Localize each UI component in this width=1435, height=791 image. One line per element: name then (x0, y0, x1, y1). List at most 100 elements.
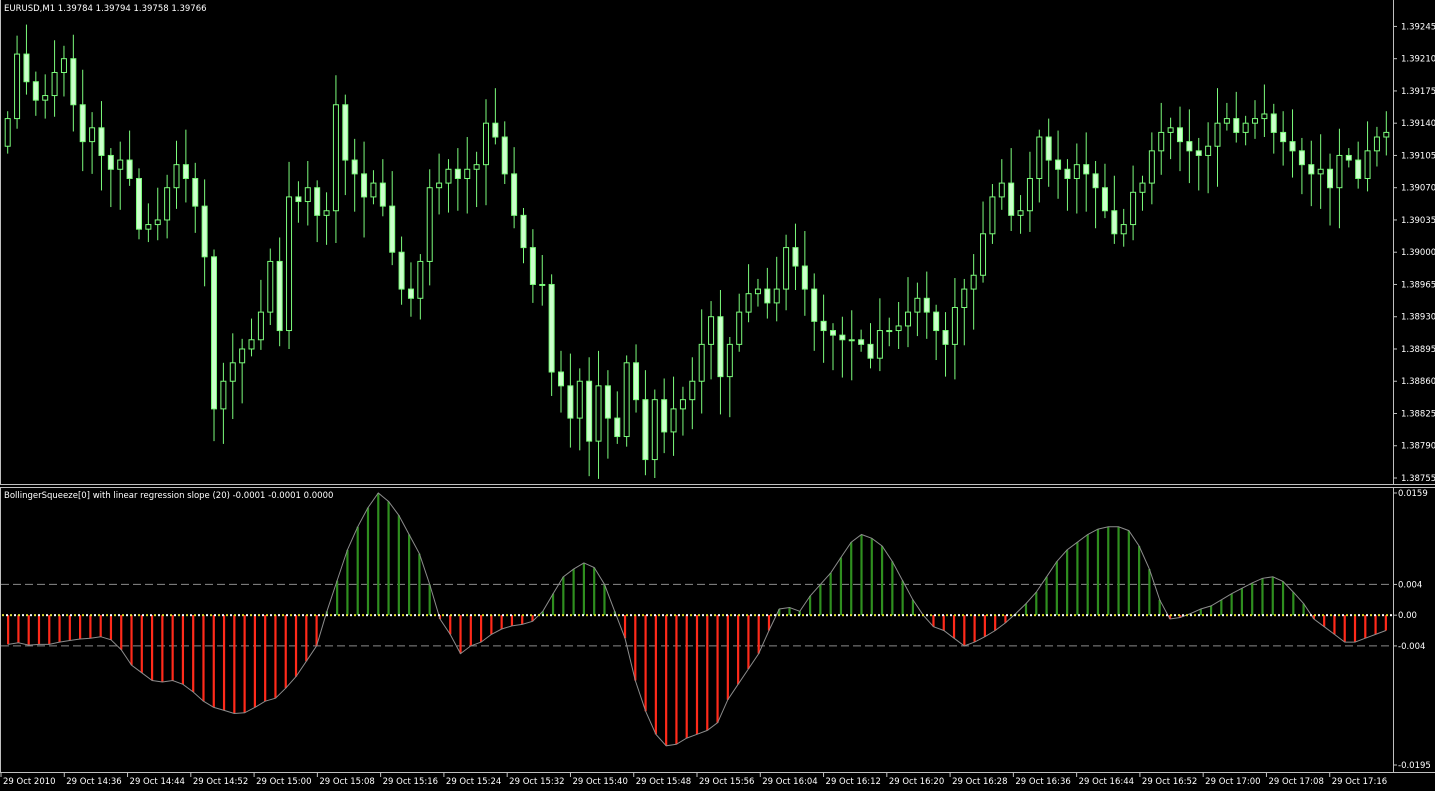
squeeze-dot (786, 614, 788, 617)
squeeze-dot (90, 614, 92, 617)
squeeze-dot (822, 614, 824, 617)
squeeze-dot (446, 614, 448, 617)
squeeze-dot (726, 614, 728, 617)
squeeze-dot (990, 614, 992, 617)
squeeze-dot (1198, 614, 1200, 617)
candle-body-bull (4, 118, 11, 147)
squeeze-dot (882, 614, 884, 617)
squeeze-dot (14, 614, 16, 617)
squeeze-dot (1290, 614, 1292, 617)
squeeze-dot (418, 614, 420, 617)
squeeze-dot (114, 614, 116, 617)
squeeze-dot (374, 614, 376, 617)
squeeze-dot (670, 614, 672, 617)
candle-body-bear (1345, 154, 1352, 161)
candle-body-bull (304, 187, 311, 203)
squeeze-dot (762, 614, 764, 617)
candle-body-bull (1364, 150, 1371, 179)
candle-body-bull (445, 168, 452, 184)
squeeze-dot (134, 614, 136, 617)
squeeze-dot (642, 614, 644, 617)
squeeze-dot (1178, 614, 1180, 617)
squeeze-dot (34, 614, 36, 617)
squeeze-dot (10, 614, 12, 617)
squeeze-dot (898, 614, 900, 617)
candle-body-bull (239, 348, 246, 364)
squeeze-dot (1270, 614, 1272, 617)
candle-body-bear (454, 168, 461, 179)
candle-body-bull (145, 224, 152, 230)
candle-body-bull (998, 182, 1005, 198)
squeeze-dot (714, 614, 716, 617)
squeeze-dot (730, 614, 732, 617)
squeeze-dot (718, 614, 720, 617)
candle-body-bull (773, 288, 780, 304)
candle-body-bull (1158, 131, 1165, 152)
indicator-tick-label: 0.00 (1398, 611, 1417, 621)
squeeze-dot (1266, 614, 1268, 617)
squeeze-dot (1254, 614, 1256, 617)
trading-chart[interactable]: 1.39245 1.39210 1.39175 1.39140 1.39105 1.390… (0, 0, 1435, 791)
squeeze-dot (474, 614, 476, 617)
candle-body-bull (164, 187, 171, 221)
squeeze-dot (62, 614, 64, 617)
squeeze-dot (946, 614, 948, 617)
squeeze-dot (974, 614, 976, 617)
squeeze-dot (502, 614, 504, 617)
candle-body-bull (708, 316, 715, 345)
time-tick-label: 29 Oct 16:04 (762, 777, 817, 787)
squeeze-dot (1354, 614, 1356, 617)
squeeze-dot (422, 614, 424, 617)
squeeze-dot (1130, 614, 1132, 617)
squeeze-dot (938, 614, 940, 617)
squeeze-dot (902, 614, 904, 617)
price-tick-label: 1.38965 (1401, 280, 1435, 290)
squeeze-dot (862, 614, 864, 617)
candle-body-bull (1036, 136, 1043, 179)
candle-body-bear (389, 205, 396, 253)
squeeze-dot (830, 614, 832, 617)
squeeze-dot (590, 614, 592, 617)
candle-body-bear (361, 173, 368, 198)
squeeze-dot (674, 614, 676, 617)
squeeze-dot (18, 614, 20, 617)
price-tick-label: 1.38860 (1401, 377, 1435, 387)
squeeze-dot (622, 614, 624, 617)
squeeze-dot (270, 614, 272, 617)
squeeze-dot (42, 614, 44, 617)
squeeze-dot (610, 614, 612, 617)
squeeze-dot (362, 614, 364, 617)
candle-body-bull (1073, 164, 1080, 179)
squeeze-dot (1094, 614, 1096, 617)
squeeze-dot (630, 614, 632, 617)
squeeze-dot (1366, 614, 1368, 617)
squeeze-dot (118, 614, 120, 617)
candle-body-bear (211, 256, 218, 410)
squeeze-dot (382, 614, 384, 617)
squeeze-dot (1050, 614, 1052, 617)
squeeze-dot (1054, 614, 1056, 617)
squeeze-dot (1150, 614, 1152, 617)
squeeze-dot (1330, 614, 1332, 617)
time-tick-label: 29 Oct 14:52 (193, 777, 248, 787)
time-tick-label: 29 Oct 16:20 (889, 777, 944, 787)
squeeze-dot (314, 614, 316, 617)
candle-body-bull (980, 233, 987, 276)
time-tick-label: 29 Oct 15:56 (699, 777, 754, 787)
squeeze-dot (910, 614, 912, 617)
squeeze-dot (1166, 614, 1168, 617)
candle-body-bull (370, 182, 377, 198)
squeeze-dot (142, 614, 144, 617)
candle-body-bear (933, 311, 940, 332)
squeeze-dot (738, 614, 740, 617)
price-tick-label: 1.38930 (1401, 313, 1435, 323)
squeeze-dot (530, 614, 532, 617)
squeeze-dot (98, 614, 100, 617)
candle-body-bull (1130, 191, 1137, 226)
candle-body-bear (1055, 159, 1062, 170)
squeeze-dot (706, 614, 708, 617)
candle-body-bear (1083, 164, 1090, 175)
candle-body-bull (482, 122, 489, 166)
candle-body-bull (1205, 145, 1212, 156)
squeeze-dot (582, 614, 584, 617)
